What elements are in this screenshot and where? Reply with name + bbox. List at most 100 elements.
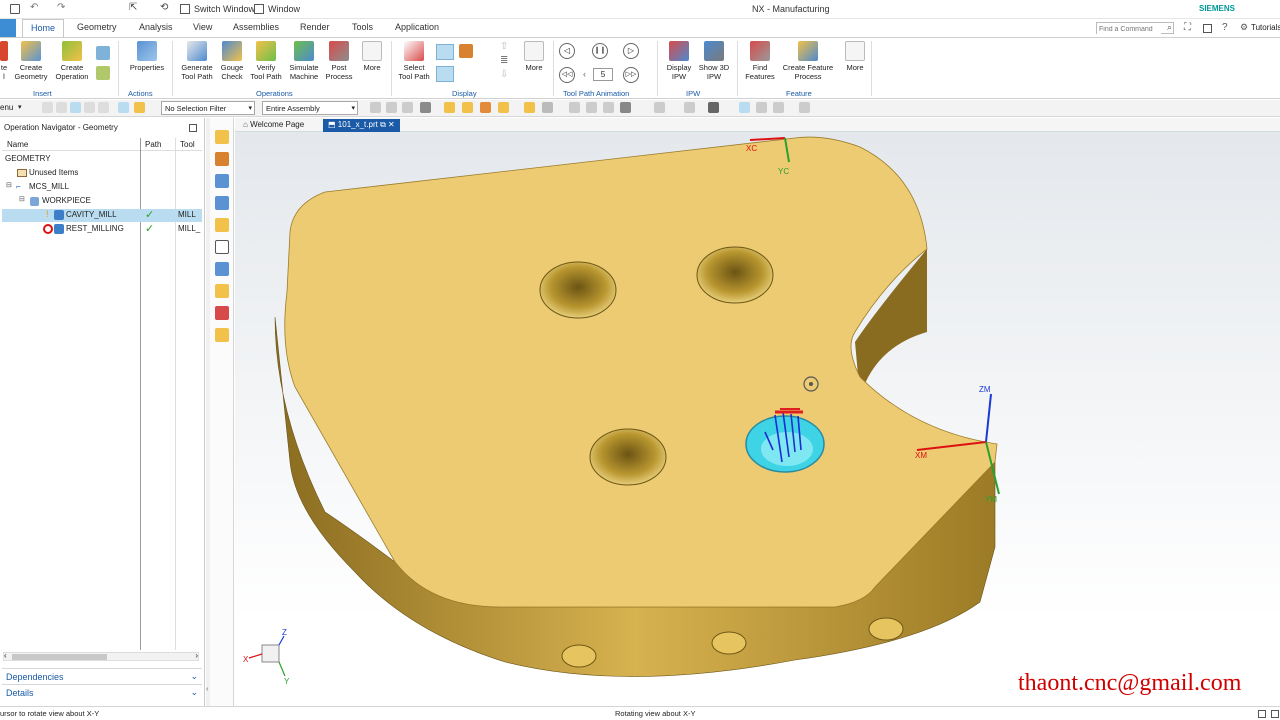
feature-navigator-icon[interactable] <box>215 328 229 342</box>
display-ipw-button[interactable]: Display IPW <box>662 41 696 81</box>
snap-end-icon[interactable] <box>386 102 397 113</box>
redo-icon[interactable]: ↷ <box>57 2 65 13</box>
tutorials-link[interactable]: Tutorials <box>1251 23 1280 32</box>
tree-row-mcs-mill[interactable]: ⊟ ⌐ MCS_MILL <box>2 181 202 194</box>
history-icon[interactable] <box>215 262 229 276</box>
tree-row-workpiece[interactable]: ⊟ WORKPIECE <box>2 195 202 208</box>
create-geometry-button[interactable]: Create Geometry <box>13 41 49 81</box>
scroll-right-icon[interactable]: › <box>195 651 198 660</box>
close-icon[interactable]: ✕ <box>388 120 395 129</box>
layer-icon[interactable] <box>773 102 784 113</box>
snap-icon[interactable] <box>70 102 81 113</box>
hide-icon[interactable] <box>739 102 750 113</box>
snap-curve-icon[interactable] <box>480 102 491 113</box>
toolpath-display-icon[interactable] <box>436 44 454 60</box>
create-operation-button[interactable]: Create Operation <box>53 41 91 81</box>
graphics-viewport[interactable]: XC YC ZM XM YM Z X Y <box>235 132 1280 706</box>
part-model-svg[interactable]: XC YC ZM XM YM Z X Y <box>235 132 1280 706</box>
simulate-machine-button[interactable]: Simulate Machine <box>286 41 322 81</box>
resize-icon[interactable]: ⛶ <box>1184 22 1191 33</box>
search-icon[interactable]: ⌕ <box>1167 22 1172 33</box>
move-up-icon[interactable]: ⇧ <box>500 41 508 52</box>
tab-tools[interactable]: Tools <box>352 22 373 32</box>
gouge-check-button[interactable]: Gouge Check <box>217 41 247 81</box>
constraint-navigator-icon[interactable] <box>215 152 229 166</box>
create-program-button[interactable]: te l <box>0 41 8 81</box>
toolpath-replay-icon[interactable] <box>436 66 454 82</box>
hd3d-tools-icon[interactable] <box>215 218 229 232</box>
assembly-navigator-icon[interactable] <box>215 130 229 144</box>
save-icon[interactable] <box>10 4 20 14</box>
tab-application[interactable]: Application <box>395 22 439 32</box>
view-triad-cube[interactable] <box>261 644 280 663</box>
column-tool[interactable]: Tool <box>180 140 195 149</box>
switch-window-icon[interactable] <box>180 4 190 14</box>
orient-icon[interactable] <box>654 102 665 113</box>
scope-dropdown[interactable]: Entire Assembly ▾ <box>262 101 358 115</box>
fit-icon[interactable] <box>569 102 580 113</box>
find-command-box[interactable]: ⌕ <box>1096 22 1174 35</box>
reuse-library-icon[interactable] <box>215 196 229 210</box>
highlight-icon[interactable] <box>98 102 109 113</box>
feature-more-button[interactable]: More <box>842 41 868 72</box>
tab-part-file[interactable]: ⬒ 101_x_t.prt ⧉ ✕ <box>323 119 400 132</box>
tab-assemblies[interactable]: Assemblies <box>233 22 279 32</box>
status-window-icon[interactable] <box>1271 710 1279 718</box>
scroll-left-icon[interactable]: ‹ <box>4 651 7 660</box>
status-box-icon[interactable] <box>1258 710 1266 718</box>
tree-row-cavity-mill[interactable]: ! CAVITY_MILL ✓ MILL <box>2 209 202 222</box>
tab-render[interactable]: Render <box>300 22 330 32</box>
window-tile-icon[interactable] <box>1203 24 1212 33</box>
snap-quadrant-icon[interactable] <box>444 102 455 113</box>
step-forward-icon[interactable]: ▷ <box>623 43 639 59</box>
tab-home[interactable]: Home <box>22 19 65 38</box>
selection-filter-dropdown[interactable]: No Selection Filter ▾ <box>161 101 255 115</box>
verify-tool-path-button[interactable]: Verify Tool Path <box>250 41 282 81</box>
operation-navigator-icon[interactable] <box>215 306 229 320</box>
repeat-command-icon[interactable]: ⟲ <box>160 2 168 13</box>
web-browser-icon[interactable] <box>215 240 229 254</box>
find-features-button[interactable]: Find Features <box>743 41 777 81</box>
tree-row-unused-items[interactable]: Unused Items <box>2 167 202 180</box>
pause-icon[interactable]: ❙❙ <box>592 43 608 59</box>
tutorials-icon[interactable]: ⚙ <box>1240 22 1248 33</box>
file-tab[interactable] <box>0 19 16 37</box>
tool-display-icon[interactable] <box>459 44 473 58</box>
scrollbar-thumb[interactable] <box>12 654 107 660</box>
snap-point-icon[interactable] <box>370 102 381 113</box>
shade-icon[interactable] <box>620 102 631 113</box>
zoom-icon[interactable] <box>603 102 614 113</box>
animation-speed-input[interactable]: 5 <box>593 68 613 81</box>
collapse-left-icon[interactable]: ‹ <box>206 686 208 693</box>
snap-face-icon[interactable] <box>462 102 473 113</box>
details-panel[interactable]: Details ⌄ <box>2 684 202 699</box>
create-method-icon[interactable] <box>96 46 110 60</box>
view-icon[interactable] <box>586 102 597 113</box>
select-icon[interactable] <box>42 102 53 113</box>
snap-intersect-icon[interactable] <box>524 102 535 113</box>
pointer-icon[interactable] <box>118 102 129 113</box>
move-down-icon[interactable]: ⇩ <box>500 69 508 80</box>
show-icon[interactable] <box>756 102 767 113</box>
tab-view[interactable]: View <box>193 22 212 32</box>
machine-tool-navigator-icon[interactable] <box>215 284 229 298</box>
maximize-icon[interactable] <box>189 124 197 132</box>
tab-welcome-page[interactable]: ⌂ Welcome Page <box>238 119 309 132</box>
horizontal-scrollbar[interactable]: ‹ › <box>3 651 199 661</box>
select-mode-icon[interactable]: ⇱ <box>129 2 137 13</box>
undock-icon[interactable]: ⧉ <box>380 120 386 129</box>
clip-icon[interactable] <box>799 102 810 113</box>
column-path[interactable]: Path <box>145 140 161 149</box>
window-icon[interactable] <box>254 4 264 14</box>
show-3d-ipw-button[interactable]: Show 3D IPW <box>697 41 731 81</box>
pick-icon[interactable] <box>84 102 95 113</box>
dependencies-panel[interactable]: Dependencies ⌄ <box>2 668 202 683</box>
tree-row-rest-milling[interactable]: REST_MILLING ✓ MILL_ <box>2 223 202 236</box>
filter-icon[interactable] <box>56 102 67 113</box>
help-icon[interactable]: ? <box>1222 22 1228 33</box>
window-menu[interactable]: Window <box>268 4 300 14</box>
tree-row-geometry[interactable]: GEOMETRY <box>2 153 202 166</box>
select-tool-path-button[interactable]: Select Tool Path <box>396 41 432 81</box>
generate-tool-path-button[interactable]: Generate Tool Path <box>178 41 216 81</box>
display-mode-icon[interactable] <box>684 102 695 113</box>
